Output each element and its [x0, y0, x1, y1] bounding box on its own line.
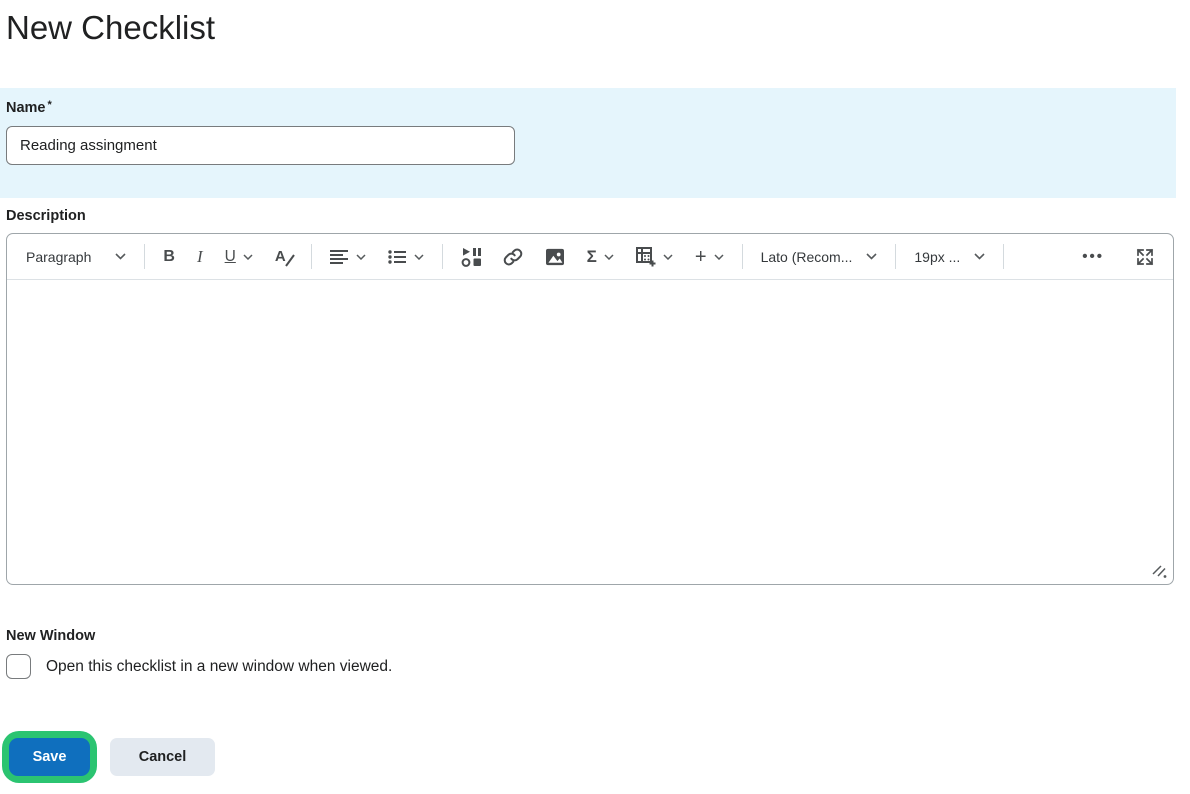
name-section: Name *: [0, 88, 1176, 198]
toolbar-divider: [741, 244, 743, 269]
bold-button[interactable]: B: [156, 244, 182, 270]
plus-icon: +: [694, 245, 707, 268]
list-dropdown[interactable]: [381, 245, 431, 269]
cancel-button[interactable]: Cancel: [110, 738, 215, 776]
italic-icon: I: [196, 246, 203, 266]
description-editor: Paragraph B I U A Σ + Lato (Recom... 19p…: [6, 233, 1174, 585]
underline-icon: U: [224, 247, 236, 265]
toolbar-divider: [144, 244, 146, 269]
fullscreen-button[interactable]: [1129, 244, 1161, 270]
image-icon: [545, 248, 564, 265]
form-actions: Save Cancel: [2, 731, 1190, 783]
paragraph-format-dropdown[interactable]: Paragraph: [19, 245, 133, 269]
toolbar-right-group: •••: [1071, 244, 1161, 270]
insert-table-dropdown[interactable]: [629, 243, 680, 271]
chevron-down-icon: [604, 253, 614, 260]
font-family-dropdown[interactable]: Lato (Recom...: [754, 245, 885, 269]
save-button-highlight: Save: [2, 731, 97, 783]
page-title: New Checklist: [6, 9, 216, 46]
alignment-dropdown[interactable]: [323, 245, 373, 269]
chevron-down-icon: [356, 253, 366, 260]
required-asterisk: *: [47, 99, 52, 111]
paragraph-format-label: Paragraph: [26, 248, 92, 265]
font-color-button[interactable]: A: [268, 244, 300, 269]
chevron-down-icon: [663, 253, 673, 260]
insert-image-button[interactable]: [538, 244, 572, 270]
toolbar-divider: [1003, 244, 1005, 269]
toolbar-divider: [895, 244, 897, 269]
chevron-down-icon: [974, 253, 985, 260]
equation-sigma-icon: Σ: [586, 246, 597, 266]
chevron-down-icon: [414, 253, 424, 260]
insert-stuff-icon: [461, 247, 481, 267]
chevron-down-icon: [115, 253, 126, 260]
align-icon: [329, 249, 348, 264]
fullscreen-icon: [1136, 248, 1154, 265]
italic-button[interactable]: I: [190, 243, 210, 271]
insert-more-dropdown[interactable]: +: [688, 243, 731, 271]
underline-dropdown[interactable]: U: [218, 244, 260, 270]
name-label-text: Name: [6, 100, 46, 116]
toolbar-divider: [441, 244, 443, 269]
font-color-icon: A: [275, 248, 295, 267]
new-window-checkbox[interactable]: [6, 654, 31, 679]
more-actions-button[interactable]: •••: [1075, 244, 1111, 269]
new-window-option: Open this checklist in a new window when…: [6, 654, 1190, 679]
name-label: Name *: [6, 99, 1176, 117]
table-plus-icon: [635, 246, 656, 266]
new-window-label: New Window: [6, 628, 96, 644]
chevron-down-icon: [243, 253, 253, 260]
new-window-checkbox-label: Open this checklist in a new window when…: [46, 657, 393, 675]
chevron-down-icon: [866, 253, 877, 260]
ellipsis-icon: •••: [1082, 248, 1104, 265]
name-input[interactable]: [6, 126, 515, 165]
font-size-label: 19px ...: [914, 248, 961, 265]
description-editor-body[interactable]: [7, 280, 1173, 585]
equation-dropdown[interactable]: Σ: [580, 243, 621, 271]
insert-stuff-button[interactable]: [454, 243, 488, 271]
link-icon: [503, 248, 522, 265]
editor-toolbar: Paragraph B I U A Σ + Lato (Recom... 19p…: [7, 234, 1173, 280]
unordered-list-icon: [387, 249, 406, 264]
toolbar-divider: [310, 244, 312, 269]
save-button[interactable]: Save: [9, 738, 90, 776]
resize-handle-icon[interactable]: [1152, 565, 1167, 579]
chevron-down-icon: [714, 253, 724, 260]
insert-link-button[interactable]: [496, 243, 530, 271]
font-family-label: Lato (Recom...: [760, 248, 853, 265]
bold-icon: B: [163, 247, 175, 265]
description-label: Description: [6, 208, 86, 224]
font-size-dropdown[interactable]: 19px ...: [907, 245, 992, 269]
